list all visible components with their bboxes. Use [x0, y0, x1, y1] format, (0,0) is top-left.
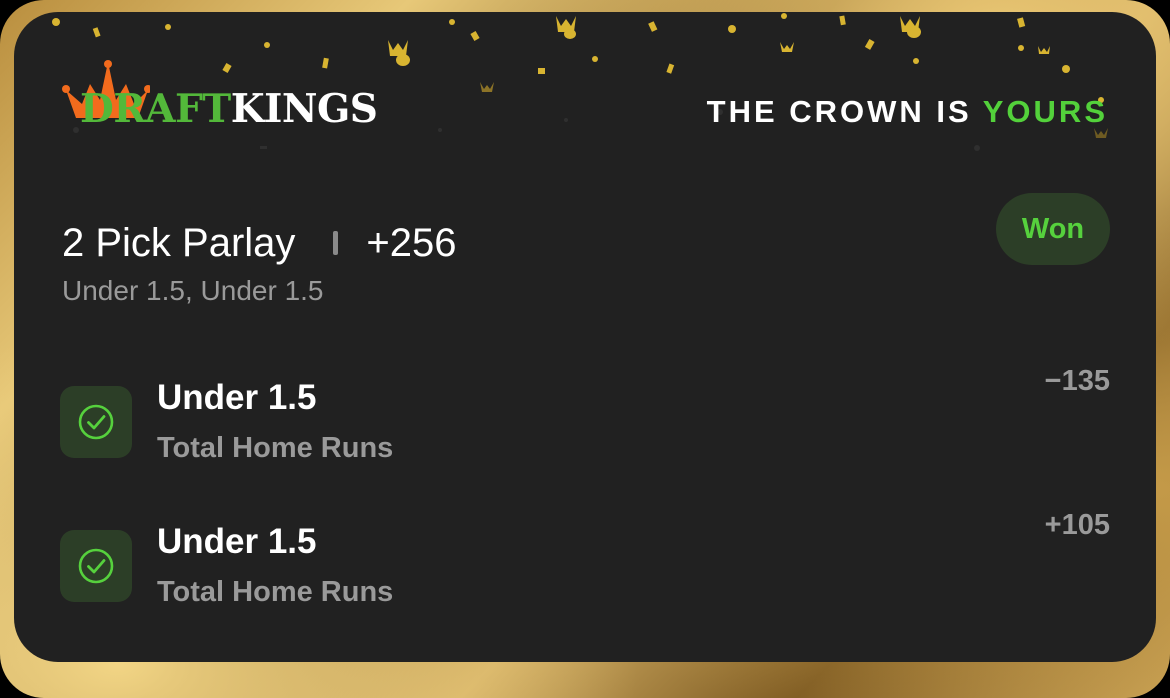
- tagline-text: THE CROWN IS: [706, 94, 983, 129]
- leg-selection: Under 1.5: [157, 522, 317, 561]
- bet-leg: Under 1.5 Total Home Runs +105: [60, 509, 1110, 624]
- check-circle-icon: [60, 386, 132, 458]
- bet-leg: Under 1.5 Total Home Runs −135: [60, 365, 1110, 480]
- draftkings-logo: DRAFTKINGS: [60, 60, 420, 150]
- leg-odds: +105: [1044, 509, 1110, 541]
- check-circle-icon: [60, 530, 132, 602]
- bet-summary: Under 1.5, Under 1.5: [62, 275, 324, 306]
- bet-odds: +256: [366, 221, 457, 265]
- bet-header: 2 Pick Parlay +256: [62, 218, 457, 268]
- leg-market: Total Home Runs: [157, 432, 394, 464]
- leg-selection: Under 1.5: [157, 378, 317, 417]
- leg-market: Total Home Runs: [157, 576, 394, 608]
- logo-text-kings: KINGS: [230, 86, 378, 132]
- logo-text-draft: DRAFT: [80, 86, 231, 132]
- status-badge: Won: [996, 193, 1110, 265]
- separator: [333, 231, 339, 255]
- tagline: THE CROWN IS YOURS: [707, 96, 1108, 127]
- tagline-highlight: YOURS: [982, 94, 1108, 129]
- bet-card: DRAFTKINGS THE CROWN IS YOURS 2 Pick Par…: [14, 12, 1156, 662]
- leg-odds: −135: [1044, 365, 1110, 397]
- bet-title: 2 Pick Parlay: [62, 221, 296, 265]
